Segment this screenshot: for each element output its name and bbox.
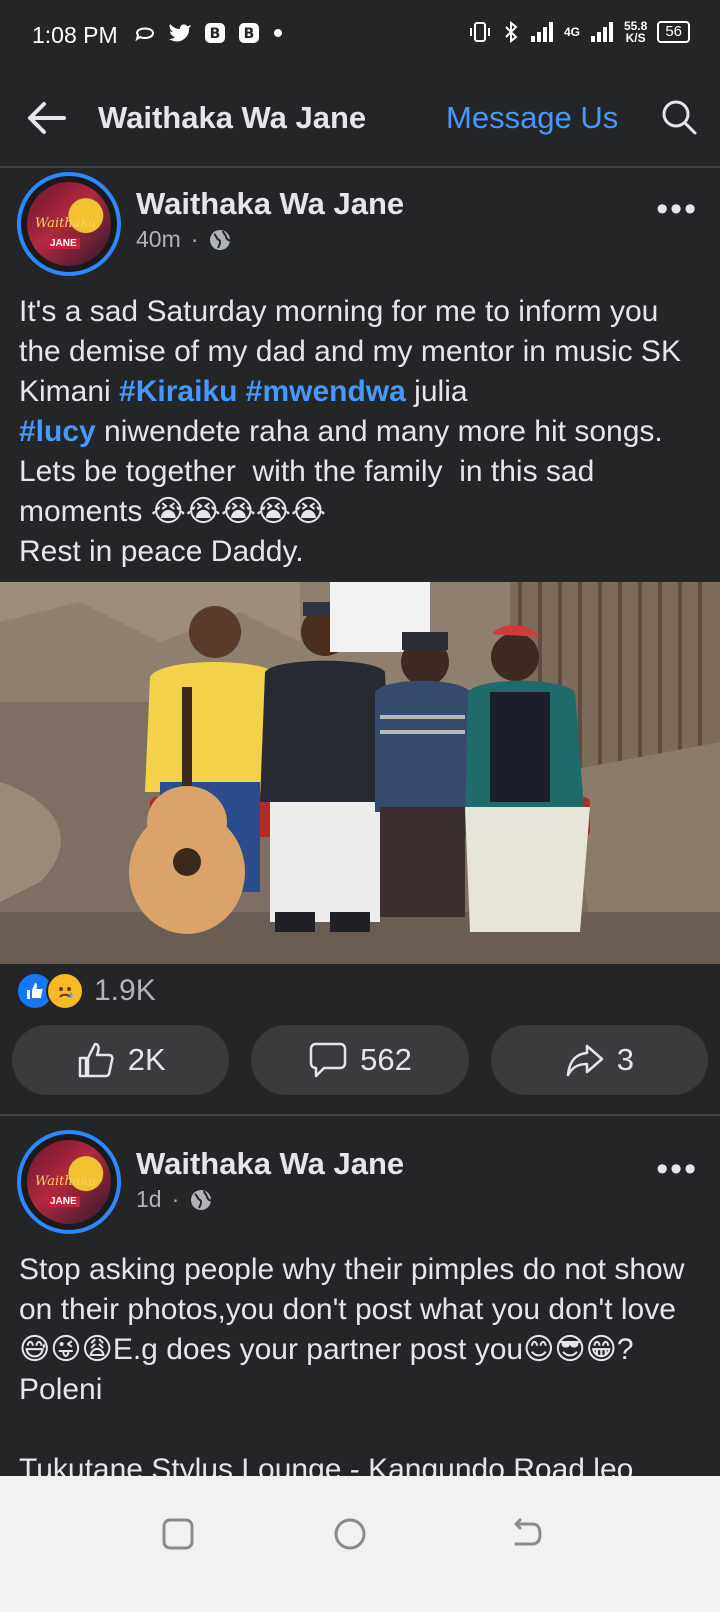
avatar-image: Waithaka JANE	[27, 182, 111, 266]
status-bar: 1:08 PM B B 4G 55.8 K/S 56	[0, 0, 720, 72]
reaction-summary[interactable]: 1.9K	[16, 972, 156, 1010]
back-arrow-icon[interactable]	[24, 96, 68, 140]
more-options-icon[interactable]: •••	[656, 1150, 698, 1189]
twitter-icon	[169, 24, 191, 42]
emoji: 😅😜😩	[19, 1332, 113, 1367]
whatsapp-business-icon	[135, 27, 155, 42]
post-actions: 2K 562 3	[12, 1025, 708, 1095]
dot-icon	[274, 29, 282, 37]
back-button[interactable]	[506, 1514, 546, 1554]
post-text-segment: julia	[414, 375, 468, 408]
emoji: 😭😭😭😭😭	[150, 494, 326, 529]
network-type: 4G	[563, 25, 580, 39]
post-text: It's a sad Saturday morning for me to in…	[19, 292, 699, 572]
like-count: 2K	[127, 1042, 166, 1077]
sad-reaction-icon	[46, 972, 84, 1010]
family-photo-image	[0, 582, 720, 964]
post-time[interactable]: 40m	[136, 226, 181, 253]
page-title: Waithaka Wa Jane	[98, 100, 367, 135]
hashtag-link[interactable]: #Kiraiku	[119, 375, 237, 408]
hashtag-link[interactable]: #mwendwa	[246, 375, 406, 408]
system-icons: 4G 55.8 K/S 56	[468, 20, 690, 44]
svg-text:B: B	[244, 26, 255, 42]
message-us-button[interactable]: Message Us	[446, 100, 618, 136]
b-app-icon: B	[239, 23, 259, 43]
bluetooth-icon	[505, 20, 518, 44]
post: Waithaka JANE Waithaka Wa Jane 1d · ••• …	[0, 1116, 720, 1476]
like-button[interactable]: 2K	[12, 1025, 230, 1095]
status-time: 1:08 PM	[32, 22, 118, 48]
post-text-segment: Stop asking people why their pimples do …	[19, 1253, 693, 1326]
recent-apps-button[interactable]	[158, 1514, 198, 1554]
avatar-image: Waithaka JANE	[27, 1140, 111, 1224]
svg-text:B: B	[210, 26, 221, 42]
post-text-segment: Rest in peace Daddy.	[19, 535, 304, 568]
separator-dot: ·	[171, 1186, 180, 1212]
post-author[interactable]: Waithaka Wa Jane	[136, 1146, 404, 1182]
app-bar: Waithaka Wa Jane Message Us	[0, 72, 720, 168]
avatar[interactable]: Waithaka JANE	[17, 172, 121, 276]
post-text-segment	[237, 375, 245, 408]
emoji: 😊😎😁	[523, 1332, 617, 1367]
comment-button[interactable]: 562	[251, 1025, 469, 1095]
share-icon	[566, 1044, 603, 1077]
signal-icon	[530, 22, 553, 42]
net-speed: 55.8 K/S	[623, 19, 648, 45]
post-meta: 1d ·	[136, 1186, 213, 1213]
system-navigation-bar	[0, 1476, 720, 1612]
share-button[interactable]: 3	[490, 1025, 708, 1095]
post-time[interactable]: 1d	[136, 1186, 162, 1213]
hashtag-link[interactable]: #lucy	[19, 415, 96, 448]
search-icon[interactable]	[660, 98, 698, 136]
battery-indicator: 56	[657, 21, 690, 43]
b-app-icon: B	[205, 23, 225, 43]
share-count: 3	[616, 1042, 634, 1077]
post-author[interactable]: Waithaka Wa Jane	[136, 186, 404, 222]
separator-dot: ·	[190, 226, 199, 252]
thumbs-up-icon	[78, 1042, 114, 1078]
vibrate-icon	[469, 22, 490, 42]
more-options-icon[interactable]: •••	[656, 190, 698, 229]
globe-icon	[210, 229, 232, 250]
home-button[interactable]	[330, 1514, 370, 1554]
post-text-segment: niwendete raha and many more hit songs. …	[19, 415, 672, 528]
post-text-segment: E.g does your partner post you	[112, 1333, 524, 1366]
notification-icons: B B	[134, 22, 284, 44]
reaction-count: 1.9K	[94, 974, 156, 1007]
post-meta: 40m ·	[136, 226, 232, 253]
post-text: Stop asking people why their pimples do …	[19, 1250, 699, 1476]
comment-count: 562	[360, 1042, 412, 1077]
avatar[interactable]: Waithaka JANE	[17, 1130, 121, 1234]
post-photo[interactable]	[0, 582, 720, 964]
signal-icon	[590, 22, 613, 42]
post: Waithaka JANE Waithaka Wa Jane 40m · •••…	[0, 166, 720, 1114]
comment-icon	[309, 1042, 347, 1078]
globe-icon	[191, 1189, 212, 1210]
